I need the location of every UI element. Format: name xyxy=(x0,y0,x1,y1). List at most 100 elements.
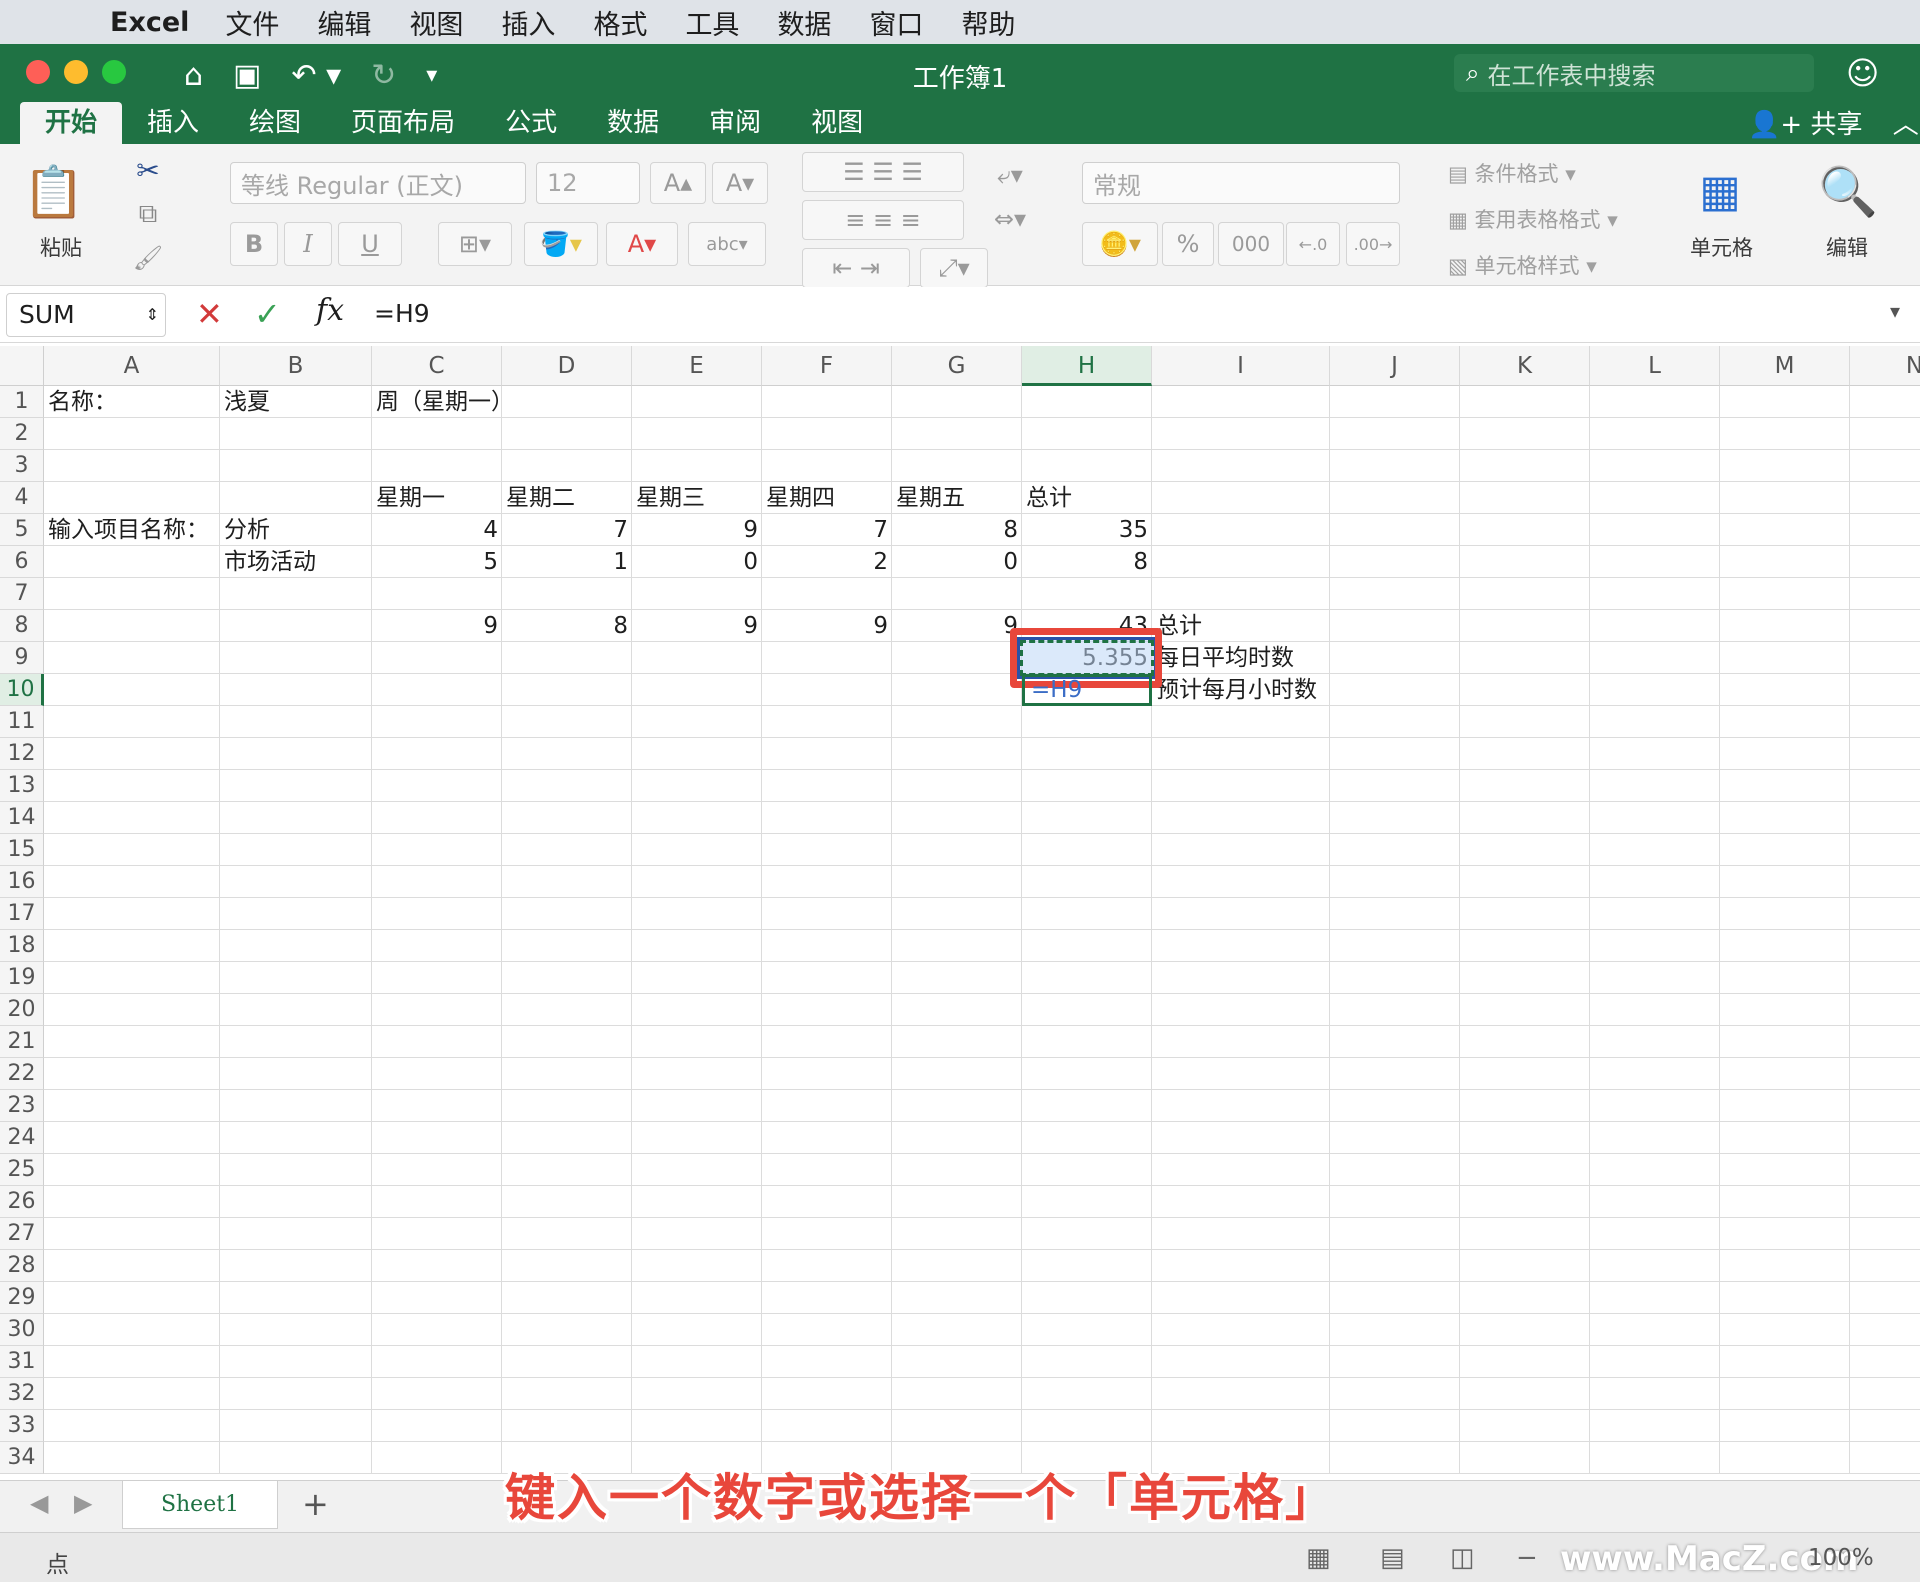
row-header-28[interactable]: 28 xyxy=(0,1250,44,1282)
prev-sheet-icon[interactable]: ◀ xyxy=(30,1489,48,1517)
format-as-table-button[interactable]: ▦ 套用表格格式 ▾ xyxy=(1448,204,1618,234)
cell-h10-editor[interactable]: =H9 xyxy=(1022,674,1152,706)
fill-color-icon[interactable]: 🪣▾ xyxy=(524,222,598,266)
percent-style-button[interactable]: % xyxy=(1162,222,1214,266)
row-header-9[interactable]: 9 xyxy=(0,642,44,674)
cell-b5[interactable]: 分析 xyxy=(220,514,274,546)
orientation-icon[interactable]: ⤢▾ xyxy=(920,248,988,288)
column-header-e[interactable]: E xyxy=(632,346,762,386)
row-header-32[interactable]: 32 xyxy=(0,1378,44,1410)
zoom-level[interactable]: 100% xyxy=(1808,1545,1874,1571)
menu-edit[interactable]: 编辑 xyxy=(317,3,371,42)
cell-a1[interactable]: 名称： xyxy=(44,386,121,418)
cell-d8[interactable]: 8 xyxy=(502,610,632,642)
row-header-24[interactable]: 24 xyxy=(0,1122,44,1154)
share-button[interactable]: 👤+ 共享 ︿ xyxy=(1748,104,1919,141)
spreadsheet-grid[interactable]: A B C D E F G H I J K L M N 1 2 3 4 5 6 7 8 9 10 11 12 13 14 15 16 17 1… xyxy=(0,346,1920,1480)
cell-c8[interactable]: 9 xyxy=(372,610,502,642)
menu-format[interactable]: 格式 xyxy=(593,3,647,42)
column-header-f[interactable]: F xyxy=(762,346,892,386)
cell-d4[interactable]: 星期二 xyxy=(502,482,579,514)
tab-draw[interactable]: 绘图 xyxy=(224,102,326,144)
cell-styles-button[interactable]: ▧ 单元格样式 ▾ xyxy=(1448,250,1597,280)
menu-view[interactable]: 视图 xyxy=(409,3,463,42)
add-sheet-button[interactable]: + xyxy=(302,1485,329,1523)
page-layout-view-icon[interactable]: ▤ xyxy=(1380,1543,1405,1573)
cell-g4[interactable]: 星期五 xyxy=(892,482,969,514)
cell-i9[interactable]: 每日平均时数 xyxy=(1152,642,1298,674)
row-header-25[interactable]: 25 xyxy=(0,1154,44,1186)
app-menu[interactable]: Excel xyxy=(110,7,189,38)
cell-g8[interactable]: 9 xyxy=(892,610,1022,642)
column-header-m[interactable]: M xyxy=(1720,346,1850,386)
column-header-h[interactable]: H xyxy=(1022,346,1152,386)
page-break-view-icon[interactable]: ◫ xyxy=(1450,1543,1475,1573)
insert-function-button[interactable]: fx xyxy=(316,293,344,328)
menu-insert[interactable]: 插入 xyxy=(501,3,555,42)
cell-h4[interactable]: 总计 xyxy=(1022,482,1076,514)
row-header-26[interactable]: 26 xyxy=(0,1186,44,1218)
confirm-entry-icon[interactable]: ✓ xyxy=(254,295,281,333)
tab-home[interactable]: 开始 xyxy=(20,102,123,144)
bold-button[interactable]: B xyxy=(230,222,278,266)
row-header-19[interactable]: 19 xyxy=(0,962,44,994)
tab-view[interactable]: 视图 xyxy=(786,102,888,144)
collapse-ribbon-icon[interactable]: ︿ xyxy=(1893,110,1919,140)
cell-d6[interactable]: 1 xyxy=(502,546,632,578)
cell-f4[interactable]: 星期四 xyxy=(762,482,839,514)
column-header-d[interactable]: D xyxy=(502,346,632,386)
cell-h5[interactable]: 35 xyxy=(1022,514,1152,546)
row-header-6[interactable]: 6 xyxy=(0,546,44,578)
row-header-5[interactable]: 5 xyxy=(0,514,44,546)
cells-icon[interactable]: ▦ xyxy=(1680,160,1760,222)
borders-icon[interactable]: ⊞▾ xyxy=(438,222,512,266)
cell-c1[interactable]: 周（星期一） xyxy=(372,386,518,418)
row-header-10[interactable]: 10 xyxy=(0,674,44,706)
row-header-13[interactable]: 13 xyxy=(0,770,44,802)
cell-c5[interactable]: 4 xyxy=(372,514,502,546)
normal-view-icon[interactable]: ▦ xyxy=(1306,1543,1331,1573)
merge-cells-icon[interactable]: ⇔▾ xyxy=(978,202,1042,236)
horizontal-align-icon[interactable]: ≡ ≡ ≡ xyxy=(802,200,964,240)
wrap-text-icon[interactable]: ⤶▾ xyxy=(978,158,1042,192)
column-header-n[interactable]: N xyxy=(1850,346,1920,386)
cell-f8[interactable]: 9 xyxy=(762,610,892,642)
row-header-34[interactable]: 34 xyxy=(0,1442,44,1474)
row-header-23[interactable]: 23 xyxy=(0,1090,44,1122)
column-header-b[interactable]: B xyxy=(220,346,372,386)
tab-page-layout[interactable]: 页面布局 xyxy=(326,102,480,144)
paste-icon[interactable]: 📋 xyxy=(22,160,86,224)
row-header-30[interactable]: 30 xyxy=(0,1314,44,1346)
column-header-l[interactable]: L xyxy=(1590,346,1720,386)
formula-input[interactable]: =H9 xyxy=(374,299,430,328)
cell-a5[interactable]: 输入项目名称： xyxy=(44,514,213,546)
row-header-15[interactable]: 15 xyxy=(0,834,44,866)
menu-tools[interactable]: 工具 xyxy=(685,3,739,42)
cell-e8[interactable]: 9 xyxy=(632,610,762,642)
row-header-4[interactable]: 4 xyxy=(0,482,44,514)
font-name-select[interactable]: 等线 Regular (正文) xyxy=(230,162,526,204)
row-header-3[interactable]: 3 xyxy=(0,450,44,482)
column-header-k[interactable]: K xyxy=(1460,346,1590,386)
row-header-17[interactable]: 17 xyxy=(0,898,44,930)
cell-g6[interactable]: 0 xyxy=(892,546,1022,578)
tab-data[interactable]: 数据 xyxy=(582,102,684,144)
cancel-entry-icon[interactable]: ✕ xyxy=(196,295,223,333)
decrease-decimal-icon[interactable]: .00→ xyxy=(1346,222,1400,266)
conditional-format-button[interactable]: ▤ 条件格式 ▾ xyxy=(1448,158,1576,188)
tab-formulas[interactable]: 公式 xyxy=(480,102,582,144)
row-header-20[interactable]: 20 xyxy=(0,994,44,1026)
row-header-8[interactable]: 8 xyxy=(0,610,44,642)
sheet-search-input[interactable]: ⌕ 在工作表中搜索 xyxy=(1454,54,1814,92)
find-search-icon[interactable]: 🔍 xyxy=(1808,160,1888,222)
cell-b6[interactable]: 市场活动 xyxy=(220,546,320,578)
cell-b1[interactable]: 浅夏 xyxy=(220,386,274,418)
column-header-i[interactable]: I xyxy=(1152,346,1330,386)
row-header-21[interactable]: 21 xyxy=(0,1026,44,1058)
menu-window[interactable]: 窗口 xyxy=(869,3,923,42)
row-header-2[interactable]: 2 xyxy=(0,418,44,450)
cell-c4[interactable]: 星期一 xyxy=(372,482,449,514)
row-header-27[interactable]: 27 xyxy=(0,1218,44,1250)
cell-d5[interactable]: 7 xyxy=(502,514,632,546)
indent-icon[interactable]: ⇤ ⇥ xyxy=(802,248,910,288)
